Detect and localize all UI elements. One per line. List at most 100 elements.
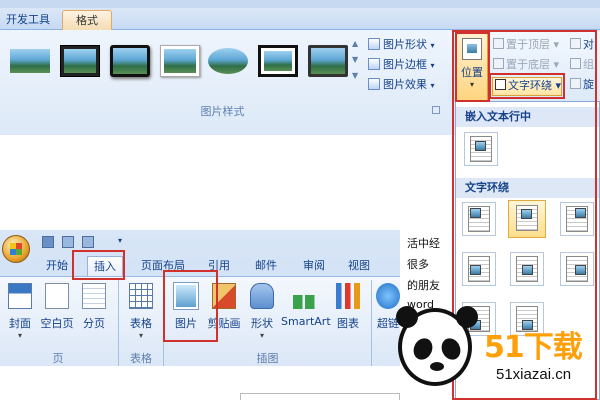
align-button[interactable]: 对 [570, 37, 594, 53]
chart-label: 图表 [337, 317, 359, 330]
picture-icon [522, 265, 533, 275]
gallery-more-icon[interactable]: ▼ [352, 71, 358, 80]
position-button[interactable]: 位置 ▾ [456, 33, 488, 101]
landscape-icon [113, 48, 147, 74]
page-break-button[interactable]: 分页 [80, 283, 108, 333]
site-watermark: 51下载 51xiazai.cn [396, 300, 600, 400]
panda-logo-icon [396, 306, 478, 386]
picture-border-label: 图片边框 [383, 58, 427, 71]
insert-picture-button[interactable]: 图片 [171, 283, 201, 333]
panda-eye [410, 335, 436, 363]
tab-developer[interactable]: 开发工具 [0, 10, 56, 30]
cover-page-button[interactable]: 封面 ▾ [6, 283, 34, 340]
position-option-inline[interactable] [464, 132, 498, 166]
group-icon [570, 58, 581, 69]
position-option-top-left[interactable] [462, 202, 496, 236]
redo-icon[interactable] [82, 236, 94, 248]
picture-border-button[interactable]: 图片边框 ▾ [368, 56, 435, 74]
customize-qat-icon[interactable]: ▾ [118, 236, 122, 245]
send-to-back-button[interactable]: 置于底层 ▾ [493, 57, 559, 73]
office-logo-icon [10, 243, 22, 255]
tab-references[interactable]: 引用 [208, 256, 230, 276]
clip-art-label: 剪贴画 [207, 317, 241, 330]
bring-to-front-label: 置于顶层 [506, 38, 550, 51]
picture-effects-label: 图片效果 [383, 78, 427, 91]
picture-style-thumb[interactable] [160, 45, 200, 77]
table-button[interactable]: 表格 ▾ [126, 283, 156, 340]
smartart-icon [293, 295, 317, 309]
blank-page-button[interactable]: 空白页 [39, 283, 75, 333]
tab-review[interactable]: 审阅 [303, 256, 325, 276]
cover-page-icon [8, 283, 32, 309]
watermark-url: 51xiazai.cn [496, 366, 572, 383]
title-bar [0, 0, 600, 8]
undo-icon[interactable] [62, 236, 74, 248]
picture-style-thumb[interactable] [110, 45, 150, 77]
landscape-icon [10, 49, 50, 73]
picture-shape-label: 图片形状 [383, 38, 427, 51]
position-label: 位置 [461, 66, 483, 79]
cover-page-label: 封面 [9, 317, 31, 330]
position-option-middle-center[interactable] [510, 252, 544, 286]
save-icon[interactable] [42, 236, 54, 248]
picture-style-thumb[interactable] [208, 45, 248, 77]
chevron-down-icon: ▾ [138, 331, 143, 340]
document-canvas[interactable] [0, 135, 445, 230]
shapes-label: 形状 [251, 317, 273, 330]
document-text-line: 活中经 [407, 237, 440, 250]
landscape-icon [164, 49, 196, 73]
gallery-scroll-up-icon[interactable]: ▲ [352, 39, 358, 48]
panda-ear [396, 306, 418, 328]
tab-view[interactable]: 视图 [348, 256, 370, 276]
rotate-button[interactable]: 旋 [570, 77, 594, 93]
insert-picture-label: 图片 [175, 317, 197, 330]
dialog-launcher-icon[interactable] [432, 106, 440, 114]
picture-styles-group-label: 图片样式 [200, 105, 245, 118]
tab-page-layout[interactable]: 页面布局 [141, 256, 185, 276]
page-break-icon [82, 283, 106, 309]
text-wrap-icon [495, 79, 506, 90]
tab-mailings[interactable]: 邮件 [255, 256, 277, 276]
smartart-label: SmartArt [281, 315, 331, 328]
picture-shape-button[interactable]: 图片形状 ▾ [368, 36, 435, 54]
picture-style-thumb[interactable] [10, 45, 50, 77]
position-option-middle-left[interactable] [462, 252, 496, 286]
blank-page-label: 空白页 [40, 317, 74, 330]
picture-style-thumb[interactable] [258, 45, 298, 77]
picture-icon [575, 265, 586, 275]
chevron-down-icon: ▾ [259, 331, 264, 340]
picture-style-thumb[interactable] [308, 45, 348, 77]
document-text-line: 很多 [407, 258, 429, 271]
shapes-icon [250, 283, 274, 309]
position-option-middle-right[interactable] [560, 252, 594, 286]
picture-effects-button[interactable]: 图片效果 ▾ [368, 76, 435, 94]
chart-button[interactable]: 图表 [334, 283, 362, 333]
picture-icon [470, 208, 481, 218]
shapes-button[interactable]: 形状 ▾ [247, 283, 277, 340]
gallery-scroll-down-icon[interactable]: ▼ [352, 55, 358, 64]
picture-icon [174, 283, 198, 309]
picture-icon [470, 265, 481, 275]
send-to-back-label: 置于底层 [506, 58, 550, 71]
page-break-label: 分页 [83, 317, 105, 330]
tab-insert[interactable]: 插入 [87, 256, 123, 276]
tab-home[interactable]: 开始 [46, 256, 68, 276]
clip-art-button[interactable]: 剪贴画 [206, 283, 242, 333]
align-label: 对 [583, 38, 594, 51]
picture-shape-icon [368, 38, 380, 50]
smartart-button[interactable]: SmartArt [281, 283, 331, 333]
illustrations-group-label: 插图 [256, 352, 279, 365]
picture-style-thumb[interactable] [60, 45, 100, 77]
chevron-down-icon: ▾ [17, 331, 22, 340]
position-option-top-right[interactable] [560, 202, 594, 236]
tab-format[interactable]: 格式 [62, 10, 112, 30]
landscape-icon [208, 48, 248, 74]
bring-to-front-button[interactable]: 置于顶层 ▾ [493, 37, 559, 53]
group-separator [118, 280, 119, 366]
insert-ribbon-tabs: 开始 插入 页面布局 引用 邮件 审阅 视图 [0, 256, 400, 276]
group-label: 组 [583, 58, 594, 71]
hyperlink-button[interactable]: 超链 [376, 283, 400, 333]
position-option-top-center[interactable] [508, 200, 546, 238]
text-wrap-button[interactable]: 文字环绕 ▾ [492, 77, 562, 96]
group-button[interactable]: 组 [570, 57, 594, 73]
